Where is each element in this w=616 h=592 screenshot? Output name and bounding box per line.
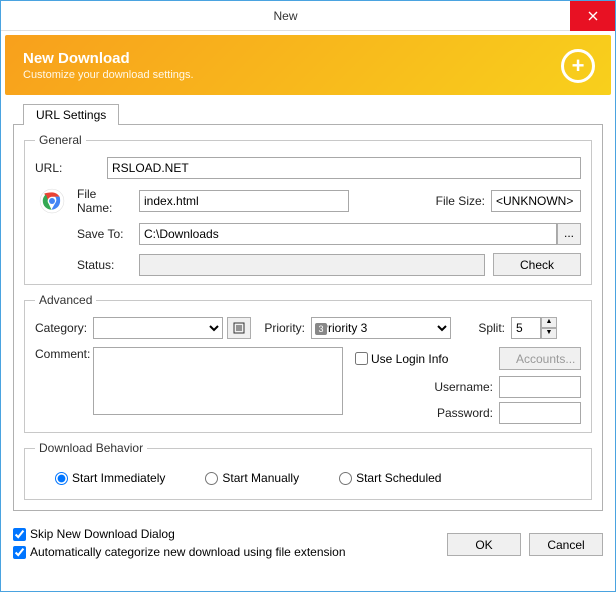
start-scheduled-radio[interactable] — [339, 472, 352, 485]
add-circle-icon: + — [561, 49, 595, 83]
general-group: General URL: File Name: File Size: Save … — [24, 133, 592, 285]
filename-label: File Name: — [77, 187, 139, 215]
header-subtitle: Customize your download settings. — [23, 69, 194, 81]
username-input[interactable] — [499, 376, 581, 398]
filename-input[interactable] — [139, 190, 349, 212]
use-login-checkbox[interactable] — [355, 352, 368, 365]
use-login-label: Use Login Info — [371, 352, 448, 366]
header-banner: New Download Customize your download set… — [5, 35, 611, 95]
tab-panel: General URL: File Name: File Size: Save … — [13, 124, 603, 511]
browse-button[interactable]: ... — [557, 223, 581, 245]
category-manage-button[interactable] — [227, 317, 251, 339]
list-icon — [233, 322, 245, 334]
filesize-field — [491, 190, 581, 212]
auto-categorize-checkbox[interactable] — [13, 546, 26, 559]
advanced-legend: Advanced — [35, 293, 96, 307]
url-input[interactable] — [107, 157, 581, 179]
ok-button[interactable]: OK — [447, 533, 521, 556]
tab-url-settings[interactable]: URL Settings — [23, 104, 119, 125]
close-button[interactable] — [570, 1, 615, 31]
skip-dialog-label: Skip New Download Dialog — [30, 527, 175, 541]
behavior-group: Download Behavior Start Immediately Star… — [24, 441, 592, 500]
general-legend: General — [35, 133, 86, 147]
url-label: URL: — [35, 161, 107, 175]
accounts-button[interactable]: Accounts... — [499, 347, 581, 370]
status-field — [139, 254, 485, 276]
split-input[interactable] — [511, 317, 541, 339]
auto-categorize-label: Automatically categorize new download us… — [30, 545, 346, 559]
filesize-label: File Size: — [349, 194, 491, 208]
password-input[interactable] — [499, 402, 581, 424]
password-label: Password: — [355, 406, 499, 420]
start-scheduled-label: Start Scheduled — [356, 471, 441, 485]
username-label: Username: — [355, 380, 499, 394]
header-title: New Download — [23, 50, 194, 67]
priority-label: Priority: — [251, 321, 311, 335]
spinner-up[interactable]: ▲ — [541, 317, 557, 328]
window-title: New — [1, 9, 570, 23]
check-button[interactable]: Check — [493, 253, 581, 276]
category-select[interactable] — [93, 317, 223, 339]
start-immediately-radio[interactable] — [55, 472, 68, 485]
advanced-group: Advanced Category: Priority: Priority 3 … — [24, 293, 592, 433]
skip-dialog-checkbox[interactable] — [13, 528, 26, 541]
spinner-down[interactable]: ▼ — [541, 328, 557, 339]
status-label: Status: — [77, 258, 139, 272]
start-manually-label: Start Manually — [222, 471, 299, 485]
saveto-label: Save To: — [77, 227, 139, 241]
chrome-icon — [39, 188, 65, 214]
priority-select[interactable]: Priority 3 — [311, 317, 451, 339]
category-label: Category: — [35, 321, 93, 335]
behavior-legend: Download Behavior — [35, 441, 147, 455]
comment-input[interactable] — [93, 347, 343, 415]
close-icon — [588, 11, 598, 21]
cancel-button[interactable]: Cancel — [529, 533, 603, 556]
split-spinner[interactable]: ▲▼ — [511, 317, 557, 339]
start-immediately-label: Start Immediately — [72, 471, 165, 485]
titlebar: New — [1, 1, 615, 31]
comment-label: Comment: — [35, 347, 93, 361]
start-manually-radio[interactable] — [205, 472, 218, 485]
split-label: Split: — [467, 321, 511, 335]
saveto-input[interactable] — [139, 223, 557, 245]
